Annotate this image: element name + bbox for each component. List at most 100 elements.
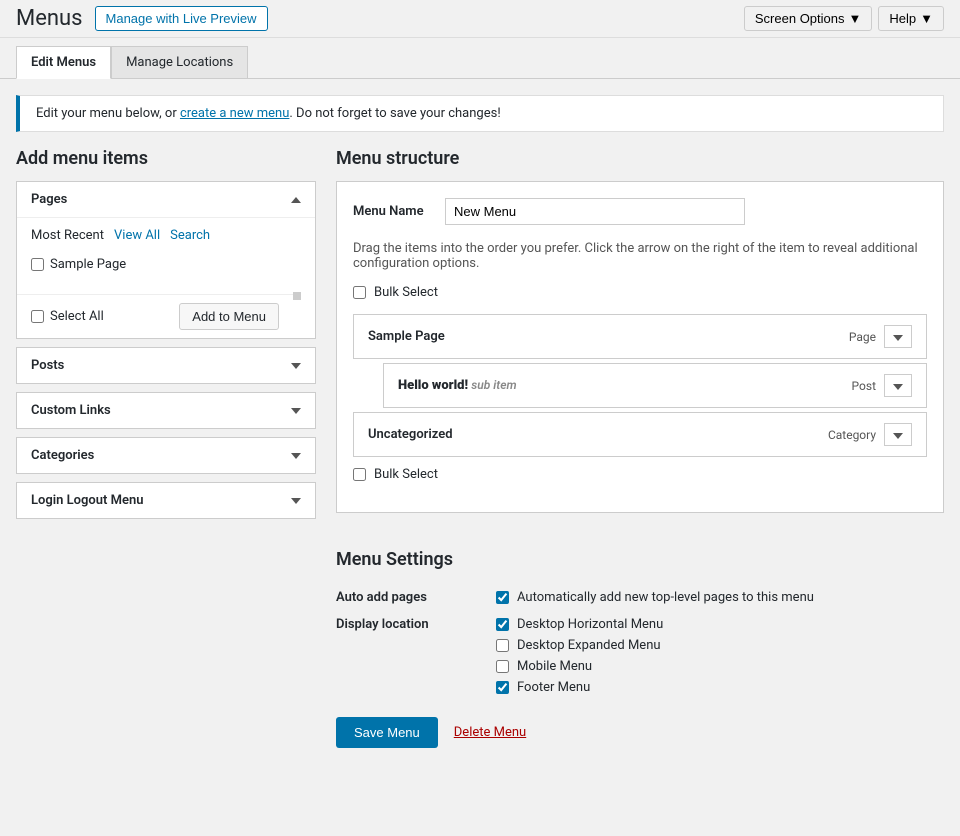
display-location-row: Display location Desktop Horizontal Menu… bbox=[336, 611, 944, 701]
accordion-categories-header[interactable]: Categories bbox=[17, 438, 315, 473]
auto-add-pages-label: Auto add pages bbox=[336, 584, 496, 611]
menu-name-label: Menu Name bbox=[353, 204, 433, 219]
display-location-option-3: Footer Menu bbox=[496, 680, 944, 695]
menu-structure-box: Menu Name Drag the items into the order … bbox=[336, 181, 944, 513]
accordion-login-logout-header[interactable]: Login Logout Menu bbox=[17, 483, 315, 518]
accordion-categories: Categories bbox=[16, 437, 316, 474]
menu-item-uncategorized: Uncategorized Category bbox=[353, 412, 927, 457]
chevron-down-icon bbox=[893, 329, 903, 344]
tab-edit-menus[interactable]: Edit Menus bbox=[16, 46, 111, 79]
display-location-checkbox-2[interactable] bbox=[496, 660, 509, 673]
accordion-login-logout: Login Logout Menu bbox=[16, 482, 316, 519]
accordion-login-logout-label: Login Logout Menu bbox=[31, 493, 144, 508]
display-location-label-0: Desktop Horizontal Menu bbox=[517, 617, 663, 632]
accordion-categories-label: Categories bbox=[31, 448, 94, 463]
help-label: Help bbox=[889, 11, 916, 26]
notice-text-before: Edit your menu below, or bbox=[36, 106, 180, 121]
menu-settings-title: Menu Settings bbox=[336, 549, 944, 570]
accordion-custom-links-header[interactable]: Custom Links bbox=[17, 393, 315, 428]
accordion-pages-label: Pages bbox=[31, 192, 67, 207]
pages-item-checkbox-sample-page[interactable] bbox=[31, 258, 44, 271]
menu-item-uncategorized-header[interactable]: Uncategorized Category bbox=[354, 413, 926, 456]
display-location-checkbox-3[interactable] bbox=[496, 681, 509, 694]
display-location-label-1: Desktop Expanded Menu bbox=[517, 638, 661, 653]
menu-item-hello-world-dropdown[interactable] bbox=[884, 374, 912, 397]
chevron-down-icon bbox=[893, 427, 903, 442]
bulk-select-label-top: Bulk Select bbox=[374, 285, 438, 300]
live-preview-button[interactable]: Manage with Live Preview bbox=[95, 6, 268, 31]
sub-tab-most-recent[interactable]: Most Recent bbox=[31, 228, 104, 243]
menu-name-row: Menu Name bbox=[353, 198, 927, 225]
menu-item-sample-page-header[interactable]: Sample Page Page bbox=[354, 315, 926, 358]
select-all-checkbox[interactable] bbox=[31, 310, 44, 323]
auto-add-pages-row: Auto add pages Automatically add new top… bbox=[336, 584, 944, 611]
menu-item-uncategorized-name: Uncategorized bbox=[368, 427, 453, 442]
display-location-checkbox-1[interactable] bbox=[496, 639, 509, 652]
bulk-select-checkbox-bottom[interactable] bbox=[353, 468, 366, 481]
display-location-option-0: Desktop Horizontal Menu bbox=[496, 617, 944, 632]
auto-add-pages-option: Automatically add new top-level pages to… bbox=[496, 590, 944, 605]
top-bar-right: Screen Options ▼ Help ▼ bbox=[744, 6, 944, 31]
help-button[interactable]: Help ▼ bbox=[878, 6, 944, 31]
left-panel: Add menu items Pages Most Recent View Al… bbox=[16, 148, 316, 748]
bulk-select-bottom: Bulk Select bbox=[353, 467, 927, 482]
screen-options-button[interactable]: Screen Options ▼ bbox=[744, 6, 872, 31]
menu-item-sample-page-right: Page bbox=[849, 325, 912, 348]
main-content: Add menu items Pages Most Recent View Al… bbox=[0, 148, 960, 764]
tab-manage-locations[interactable]: Manage Locations bbox=[111, 46, 248, 78]
bulk-select-top: Bulk Select bbox=[353, 285, 927, 300]
accordion-pages-header[interactable]: Pages bbox=[17, 182, 315, 217]
save-menu-button[interactable]: Save Menu bbox=[336, 717, 438, 748]
pages-item-label-sample-page: Sample Page bbox=[50, 257, 126, 272]
menu-item-sample-page-name: Sample Page bbox=[368, 329, 445, 344]
drag-hint: Drag the items into the order you prefer… bbox=[353, 241, 927, 271]
auto-add-pages-options: Automatically add new top-level pages to… bbox=[496, 584, 944, 611]
select-all-label[interactable]: Select All bbox=[31, 309, 104, 324]
pages-sub-tabs: Most Recent View All Search bbox=[31, 228, 301, 243]
auto-add-pages-checkbox[interactable] bbox=[496, 591, 509, 604]
notice-text-after: . Do not forget to save your changes! bbox=[289, 106, 500, 121]
accordion-posts: Posts bbox=[16, 347, 316, 384]
menu-name-input[interactable] bbox=[445, 198, 745, 225]
chevron-down-icon bbox=[291, 493, 301, 508]
menu-item-hello-world-header[interactable]: Hello world! sub item Post bbox=[384, 364, 926, 407]
chevron-up-icon bbox=[291, 192, 301, 207]
display-location-options-list: Desktop Horizontal Menu Desktop Expanded… bbox=[496, 617, 944, 695]
right-panel: Menu structure Menu Name Drag the items … bbox=[336, 148, 944, 748]
menu-structure-title: Menu structure bbox=[336, 148, 944, 169]
accordion-posts-header[interactable]: Posts bbox=[17, 348, 315, 383]
display-location-option-1: Desktop Expanded Menu bbox=[496, 638, 944, 653]
screen-options-label: Screen Options bbox=[755, 11, 845, 26]
sub-tab-view-all[interactable]: View All bbox=[114, 228, 160, 243]
display-location-label: Display location bbox=[336, 611, 496, 701]
accordion-pages-footer: Select All Add to Menu bbox=[17, 294, 293, 338]
accordion-custom-links-label: Custom Links bbox=[31, 403, 111, 418]
menu-item-hello-world-type: Post bbox=[852, 379, 876, 393]
bulk-select-label-bottom: Bulk Select bbox=[374, 467, 438, 482]
bulk-select-checkbox-top[interactable] bbox=[353, 286, 366, 299]
add-menu-items-title: Add menu items bbox=[16, 148, 316, 169]
select-all-text: Select All bbox=[50, 309, 104, 324]
create-new-menu-link[interactable]: create a new menu bbox=[180, 106, 289, 121]
delete-menu-link[interactable]: Delete Menu bbox=[454, 725, 526, 740]
add-to-menu-button[interactable]: Add to Menu bbox=[179, 303, 279, 330]
top-bar: Menus Manage with Live Preview Screen Op… bbox=[0, 0, 960, 38]
display-location-label-2: Mobile Menu bbox=[517, 659, 592, 674]
chevron-down-icon bbox=[291, 358, 301, 373]
auto-add-pages-option-label: Automatically add new top-level pages to… bbox=[517, 590, 814, 605]
display-location-options: Desktop Horizontal Menu Desktop Expanded… bbox=[496, 611, 944, 701]
menu-item-uncategorized-dropdown[interactable] bbox=[884, 423, 912, 446]
chevron-down-icon bbox=[291, 448, 301, 463]
display-location-checkbox-0[interactable] bbox=[496, 618, 509, 631]
notice-bar: Edit your menu below, or create a new me… bbox=[16, 95, 944, 132]
accordion-custom-links: Custom Links bbox=[16, 392, 316, 429]
menu-item-sample-page-dropdown[interactable] bbox=[884, 325, 912, 348]
top-bar-left: Menus Manage with Live Preview bbox=[16, 6, 268, 31]
chevron-down-icon: ▼ bbox=[849, 11, 862, 26]
menu-item-hello-world-name: Hello world! sub item bbox=[398, 378, 517, 393]
resize-handle[interactable] bbox=[293, 292, 301, 300]
menu-item-sample-page-type: Page bbox=[849, 330, 876, 344]
menu-settings: Menu Settings Auto add pages Automatical… bbox=[336, 533, 944, 748]
sub-tab-search[interactable]: Search bbox=[170, 228, 210, 243]
chevron-down-icon bbox=[893, 378, 903, 393]
